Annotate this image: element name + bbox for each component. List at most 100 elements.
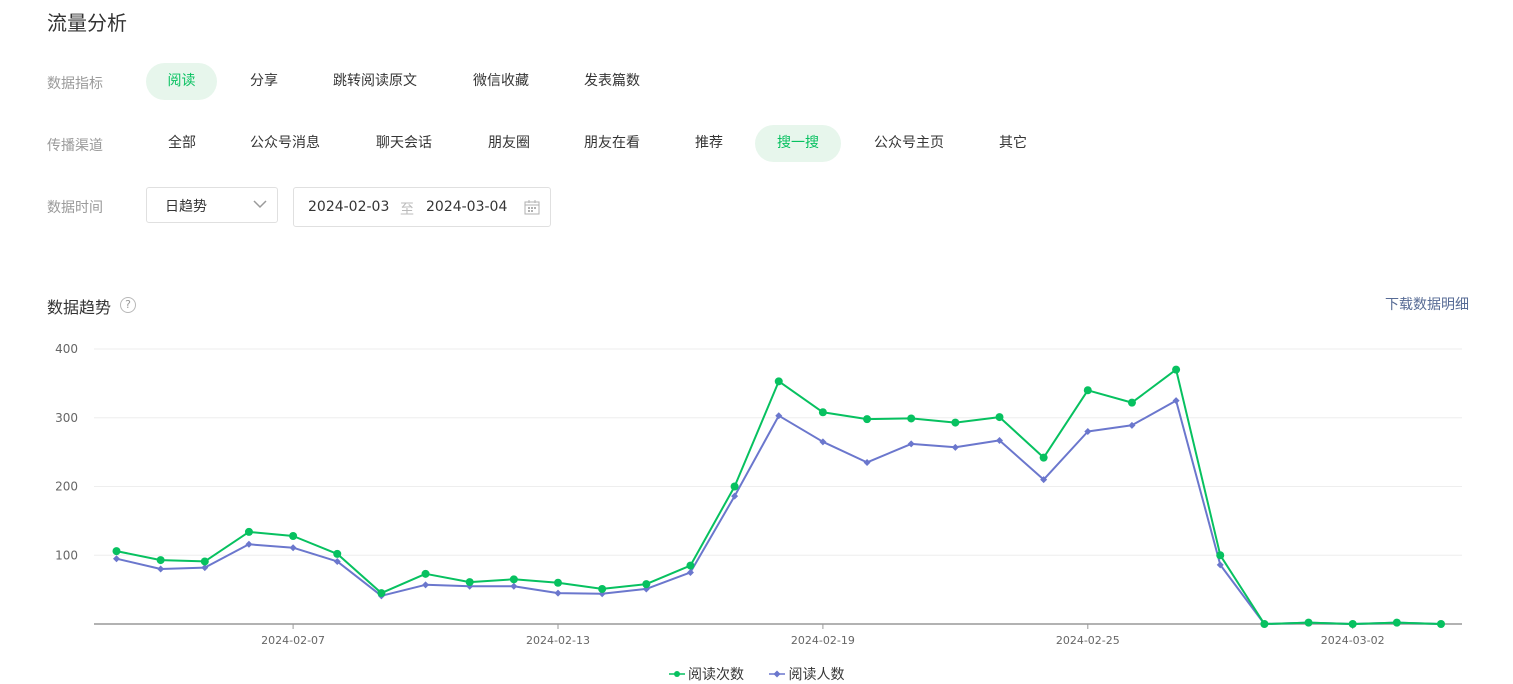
data-point-series-2 bbox=[951, 443, 959, 451]
data-point-series-2 bbox=[377, 592, 385, 600]
chart-legend: 阅读次数 阅读人数 bbox=[668, 664, 864, 684]
data-point-series-1 bbox=[863, 415, 872, 424]
data-point-series-1 bbox=[818, 408, 827, 417]
data-point-series-1 bbox=[1127, 398, 1136, 407]
series-line-1 bbox=[116, 368, 1442, 625]
legend-marker-circle-icon bbox=[669, 671, 685, 677]
data-point-series-2 bbox=[157, 565, 165, 573]
data-point-series-2 bbox=[289, 544, 297, 552]
channel-filter-label: 传播渠道 bbox=[47, 138, 103, 154]
data-point-series-1 bbox=[1304, 618, 1313, 627]
granularity-value: 日趋势 bbox=[165, 199, 207, 215]
legend-item-series-2[interactable]: 阅读人数 bbox=[768, 664, 844, 684]
channel-chip-profile-page[interactable]: 公众号主页 bbox=[857, 125, 961, 162]
trend-chart: 100200300400 2024-02-07 2024-02-13 2024-02… bbox=[55, 342, 1462, 647]
channel-chip-moments[interactable]: 朋友圈 bbox=[474, 125, 544, 162]
data-point-series-1 bbox=[377, 589, 386, 598]
data-point-series-1 bbox=[333, 549, 342, 558]
metric-chip-read[interactable]: 阅读 bbox=[146, 63, 217, 100]
legend-label-series-2: 阅读人数 bbox=[788, 667, 845, 683]
data-point-series-2 bbox=[686, 568, 694, 576]
data-point-series-1 bbox=[1216, 551, 1225, 560]
data-point-series-1 bbox=[1437, 620, 1445, 628]
download-data-link[interactable]: 下载数据明细 bbox=[1385, 294, 1469, 314]
legend-item-series-1[interactable]: 阅读次数 bbox=[668, 664, 744, 684]
legend-label-series-1: 阅读次数 bbox=[688, 667, 744, 683]
data-point-series-2 bbox=[1437, 620, 1445, 628]
y-tick-label: 300 bbox=[55, 411, 78, 425]
data-point-series-1 bbox=[730, 482, 739, 491]
help-icon[interactable]: ? bbox=[120, 297, 136, 313]
data-point-series-2 bbox=[775, 412, 783, 420]
calendar-icon bbox=[524, 200, 540, 215]
data-point-series-1 bbox=[200, 557, 209, 566]
channel-chip-chat[interactable]: 聊天会话 bbox=[360, 125, 448, 162]
x-tick-label: 2024-02-07 bbox=[261, 634, 325, 647]
data-point-series-1 bbox=[421, 569, 430, 578]
data-point-series-2 bbox=[554, 589, 562, 597]
data-point-series-2 bbox=[863, 458, 871, 466]
data-point-series-2 bbox=[1084, 428, 1092, 435]
channel-chip-friends-watching[interactable]: 朋友在看 bbox=[568, 125, 656, 162]
data-point-series-2 bbox=[1393, 619, 1401, 627]
data-point-series-2 bbox=[1260, 620, 1268, 628]
y-tick-label: 400 bbox=[55, 342, 78, 356]
data-point-series-2 bbox=[907, 440, 915, 448]
data-point-series-1 bbox=[1348, 620, 1357, 628]
chart-series bbox=[112, 365, 1445, 628]
channel-chip-recommend[interactable]: 推荐 bbox=[678, 125, 740, 162]
data-point-series-1 bbox=[686, 561, 695, 570]
x-tick-label: 2024-03-02 bbox=[1321, 634, 1385, 647]
data-point-series-1 bbox=[244, 527, 253, 536]
metric-chip-share[interactable]: 分享 bbox=[232, 63, 296, 100]
start-date: 2024-02-03 bbox=[308, 199, 390, 215]
legend-marker-diamond-icon bbox=[769, 670, 786, 678]
data-point-series-2 bbox=[466, 582, 474, 590]
data-point-series-2 bbox=[333, 557, 341, 565]
data-point-series-2 bbox=[1305, 619, 1313, 627]
data-point-series-2 bbox=[1172, 397, 1180, 405]
series-line-2 bbox=[116, 399, 1442, 625]
data-point-series-1 bbox=[289, 532, 298, 540]
data-point-series-1 bbox=[598, 584, 607, 593]
x-tick-label: 2024-02-25 bbox=[1056, 634, 1120, 647]
data-point-series-1 bbox=[995, 413, 1004, 422]
channel-chip-official-message[interactable]: 公众号消息 bbox=[233, 125, 337, 162]
y-tick-label: 100 bbox=[55, 548, 78, 562]
data-point-series-2 bbox=[510, 582, 518, 590]
data-point-series-1 bbox=[951, 418, 960, 427]
data-point-series-1 bbox=[1039, 453, 1048, 462]
granularity-select[interactable]: 日趋势 bbox=[146, 187, 278, 223]
data-point-series-1 bbox=[774, 377, 783, 386]
data-point-series-1 bbox=[1392, 618, 1401, 627]
x-axis-labels: 2024-02-07 2024-02-13 2024-02-19 2024-02-25… bbox=[261, 624, 1385, 647]
time-filter-label: 数据时间 bbox=[47, 200, 103, 216]
data-point-series-1 bbox=[554, 578, 562, 587]
data-point-series-2 bbox=[1349, 620, 1357, 628]
data-point-series-2 bbox=[201, 564, 209, 572]
channel-chip-search[interactable]: 搜一搜 bbox=[755, 125, 841, 162]
data-point-series-2 bbox=[1216, 561, 1224, 569]
data-point-series-2 bbox=[642, 585, 650, 593]
metric-chip-publish-count[interactable]: 发表篇数 bbox=[568, 63, 656, 100]
data-point-series-2 bbox=[1128, 421, 1136, 429]
data-point-series-2 bbox=[113, 555, 120, 563]
chart-grid bbox=[94, 348, 1462, 625]
y-tick-label: 200 bbox=[55, 480, 78, 494]
data-point-series-2 bbox=[731, 492, 739, 500]
data-point-series-1 bbox=[112, 547, 121, 556]
x-tick-label: 2024-02-13 bbox=[526, 634, 590, 647]
data-point-series-1 bbox=[907, 414, 916, 423]
end-date: 2024-03-04 bbox=[426, 199, 508, 215]
date-range-picker[interactable]: 2024-02-03 至 2024-03-04 bbox=[293, 187, 551, 227]
metric-chip-jump-original[interactable]: 跳转阅读原文 bbox=[316, 63, 434, 100]
page-title: 流量分析 bbox=[47, 11, 127, 35]
data-point-series-1 bbox=[1260, 620, 1269, 628]
x-tick-label: 2024-02-19 bbox=[791, 634, 855, 647]
data-point-series-2 bbox=[1040, 476, 1048, 484]
data-point-series-2 bbox=[996, 436, 1003, 444]
metric-chip-wechat-favorite[interactable]: 微信收藏 bbox=[457, 63, 545, 100]
channel-chip-all[interactable]: 全部 bbox=[150, 125, 214, 162]
channel-chip-other[interactable]: 其它 bbox=[982, 125, 1044, 162]
data-point-series-1 bbox=[509, 575, 518, 584]
